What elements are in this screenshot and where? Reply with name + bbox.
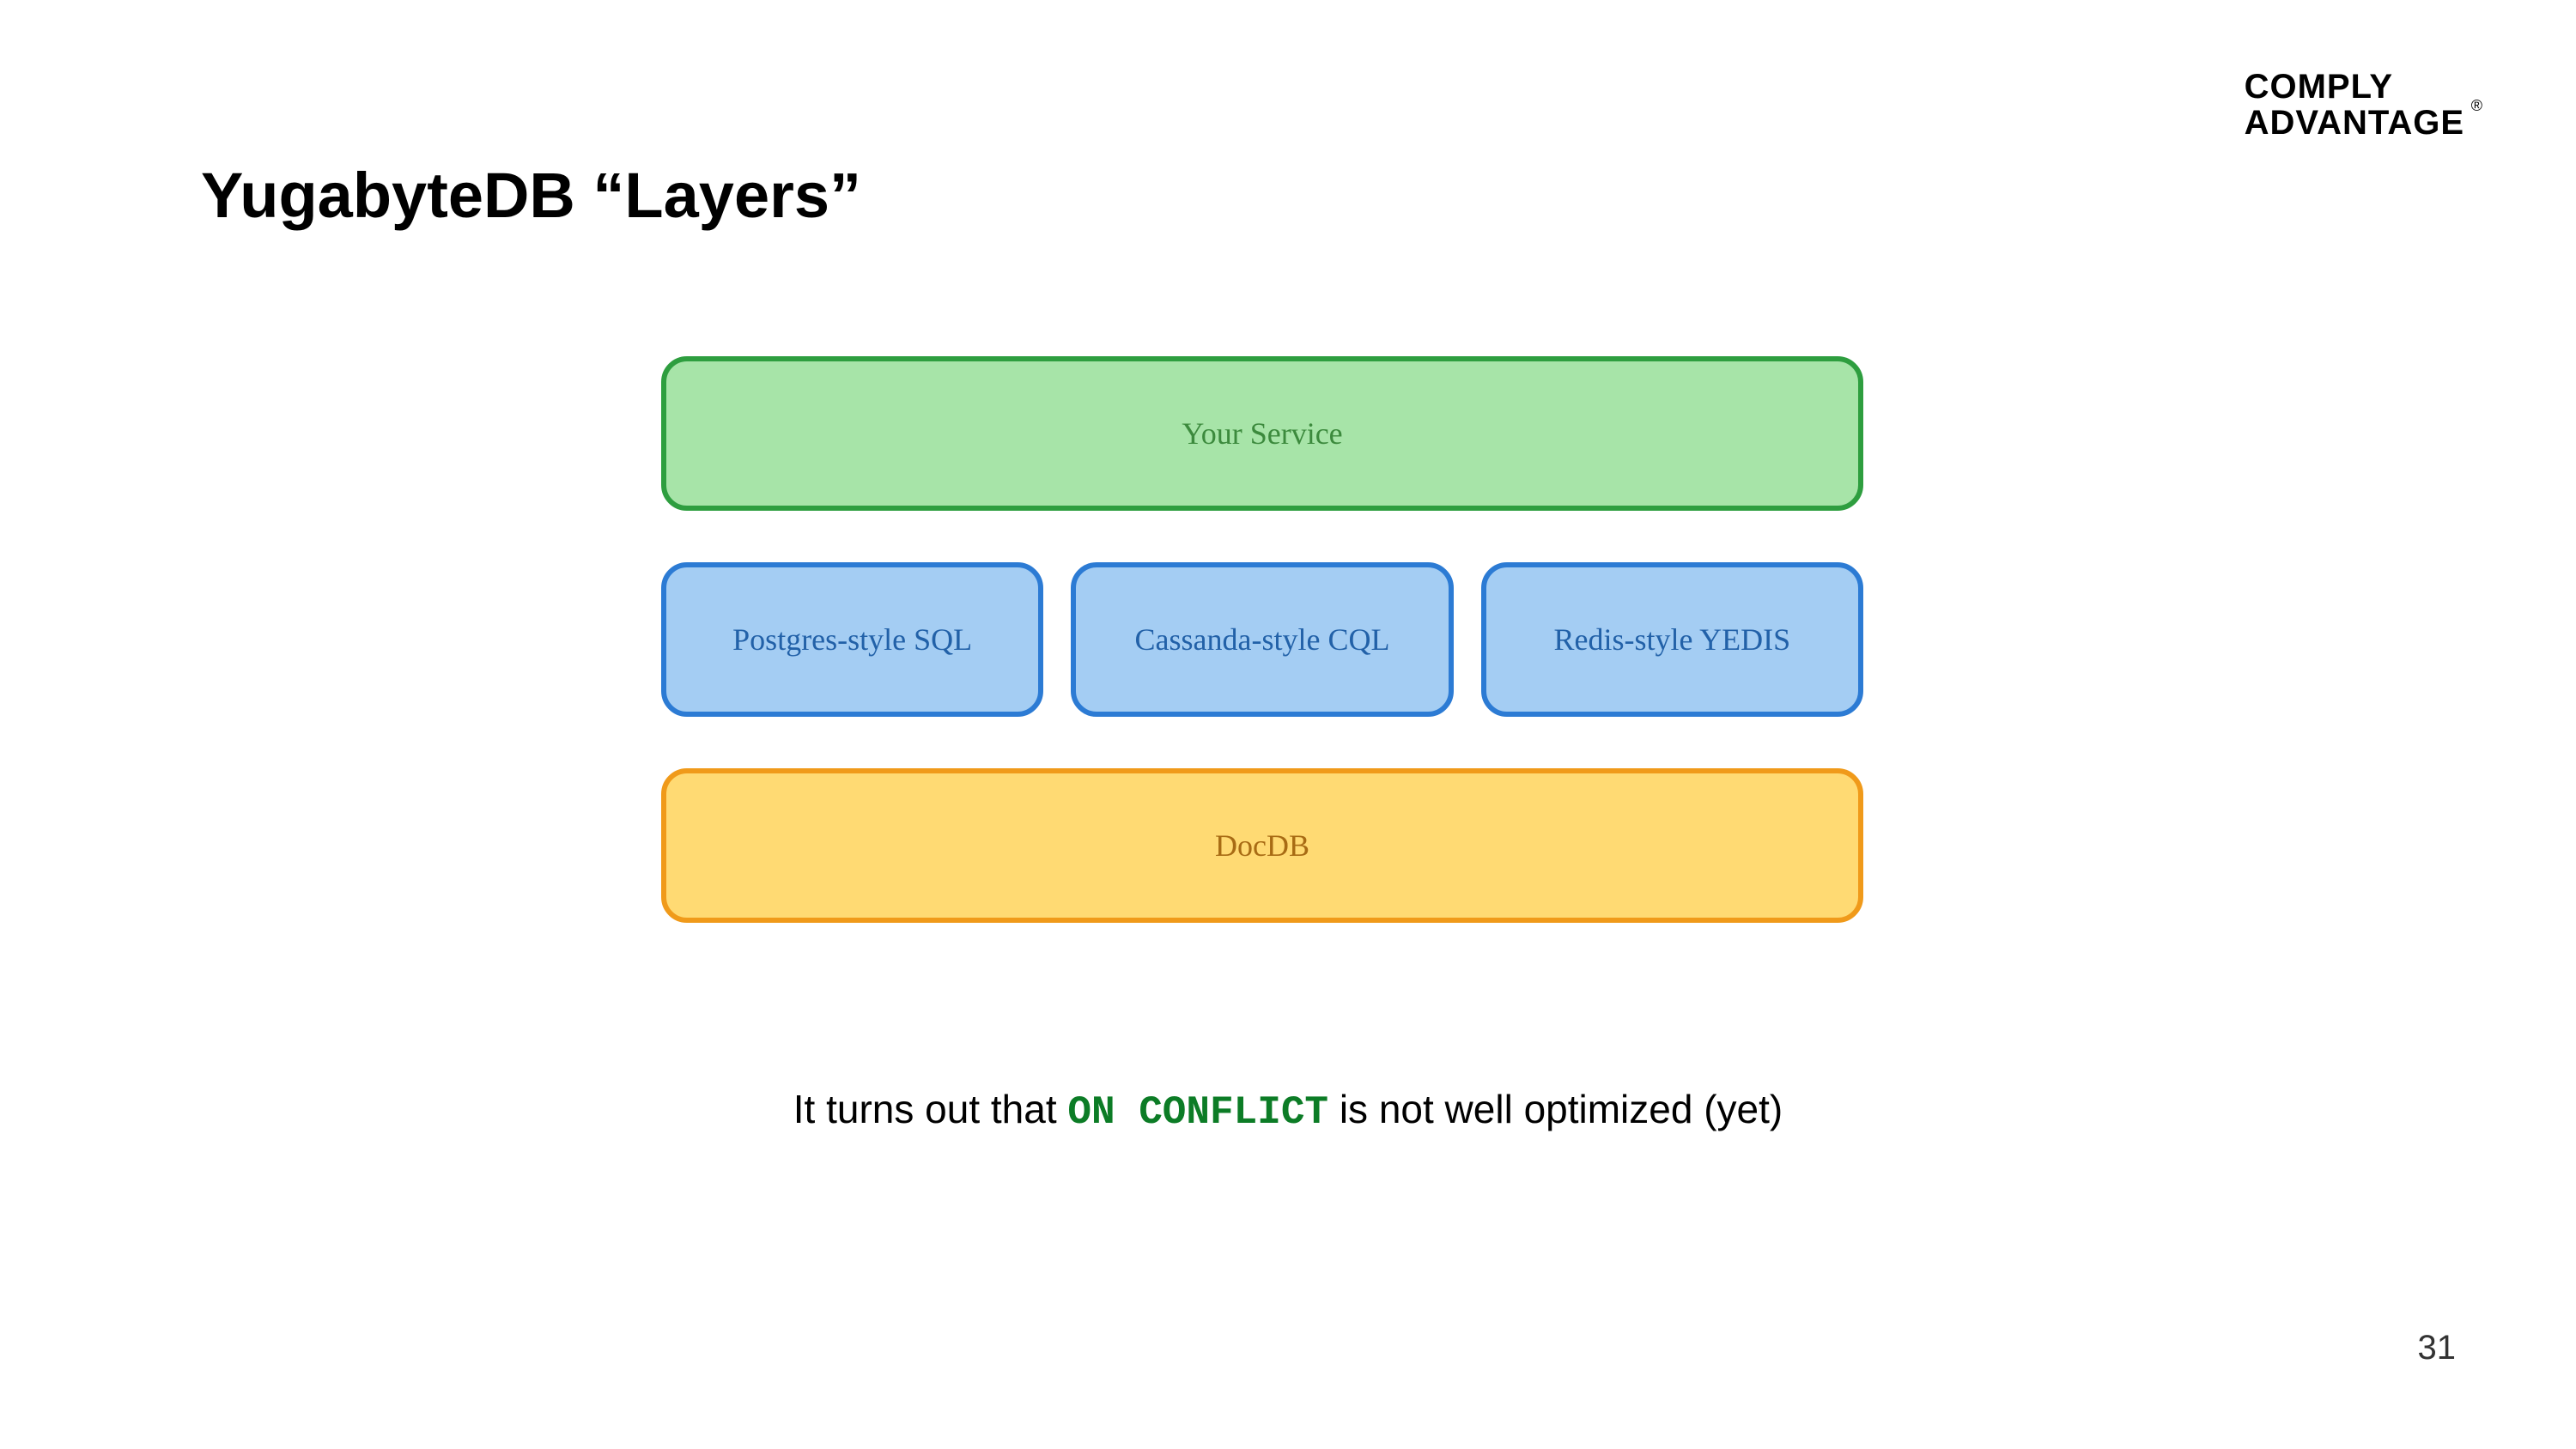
caption-text: It turns out that ON CONFLICT is not wel… bbox=[0, 1086, 2576, 1135]
brand-line1: COMPLY bbox=[2245, 69, 2464, 105]
page-number: 31 bbox=[2418, 1329, 2457, 1367]
caption-suffix: is not well optimized (yet) bbox=[1328, 1087, 1783, 1131]
caption-code: ON CONFLICT bbox=[1067, 1090, 1328, 1135]
layer-cassandra-cql: Cassanda-style CQL bbox=[1071, 562, 1453, 717]
brand-line2: ADVANTAGE ® bbox=[2245, 105, 2464, 141]
layer-postgres-sql: Postgres-style SQL bbox=[661, 562, 1043, 717]
brand-logo: COMPLY ADVANTAGE ® bbox=[2245, 69, 2464, 141]
layer-middle-row: Postgres-style SQL Cassanda-style CQL Re… bbox=[661, 562, 1863, 717]
layer-your-service: Your Service bbox=[661, 356, 1863, 511]
registered-mark: ® bbox=[2471, 98, 2483, 114]
layer-docdb: DocDB bbox=[661, 768, 1863, 923]
layer-mid-0-label: Postgres-style SQL bbox=[732, 621, 972, 658]
layer-mid-2-label: Redis-style YEDIS bbox=[1553, 621, 1790, 658]
layer-redis-yedis: Redis-style YEDIS bbox=[1481, 562, 1863, 717]
brand-line2-text: ADVANTAGE bbox=[2245, 104, 2464, 142]
layer-top-label: Your Service bbox=[1182, 415, 1342, 452]
layer-mid-1-label: Cassanda-style CQL bbox=[1135, 621, 1390, 658]
layers-diagram: Your Service Postgres-style SQL Cassanda… bbox=[661, 356, 1863, 923]
slide-title: YugabyteDB “Layers” bbox=[201, 159, 861, 232]
layer-bottom-label: DocDB bbox=[1215, 828, 1309, 864]
caption-prefix: It turns out that bbox=[793, 1087, 1068, 1131]
